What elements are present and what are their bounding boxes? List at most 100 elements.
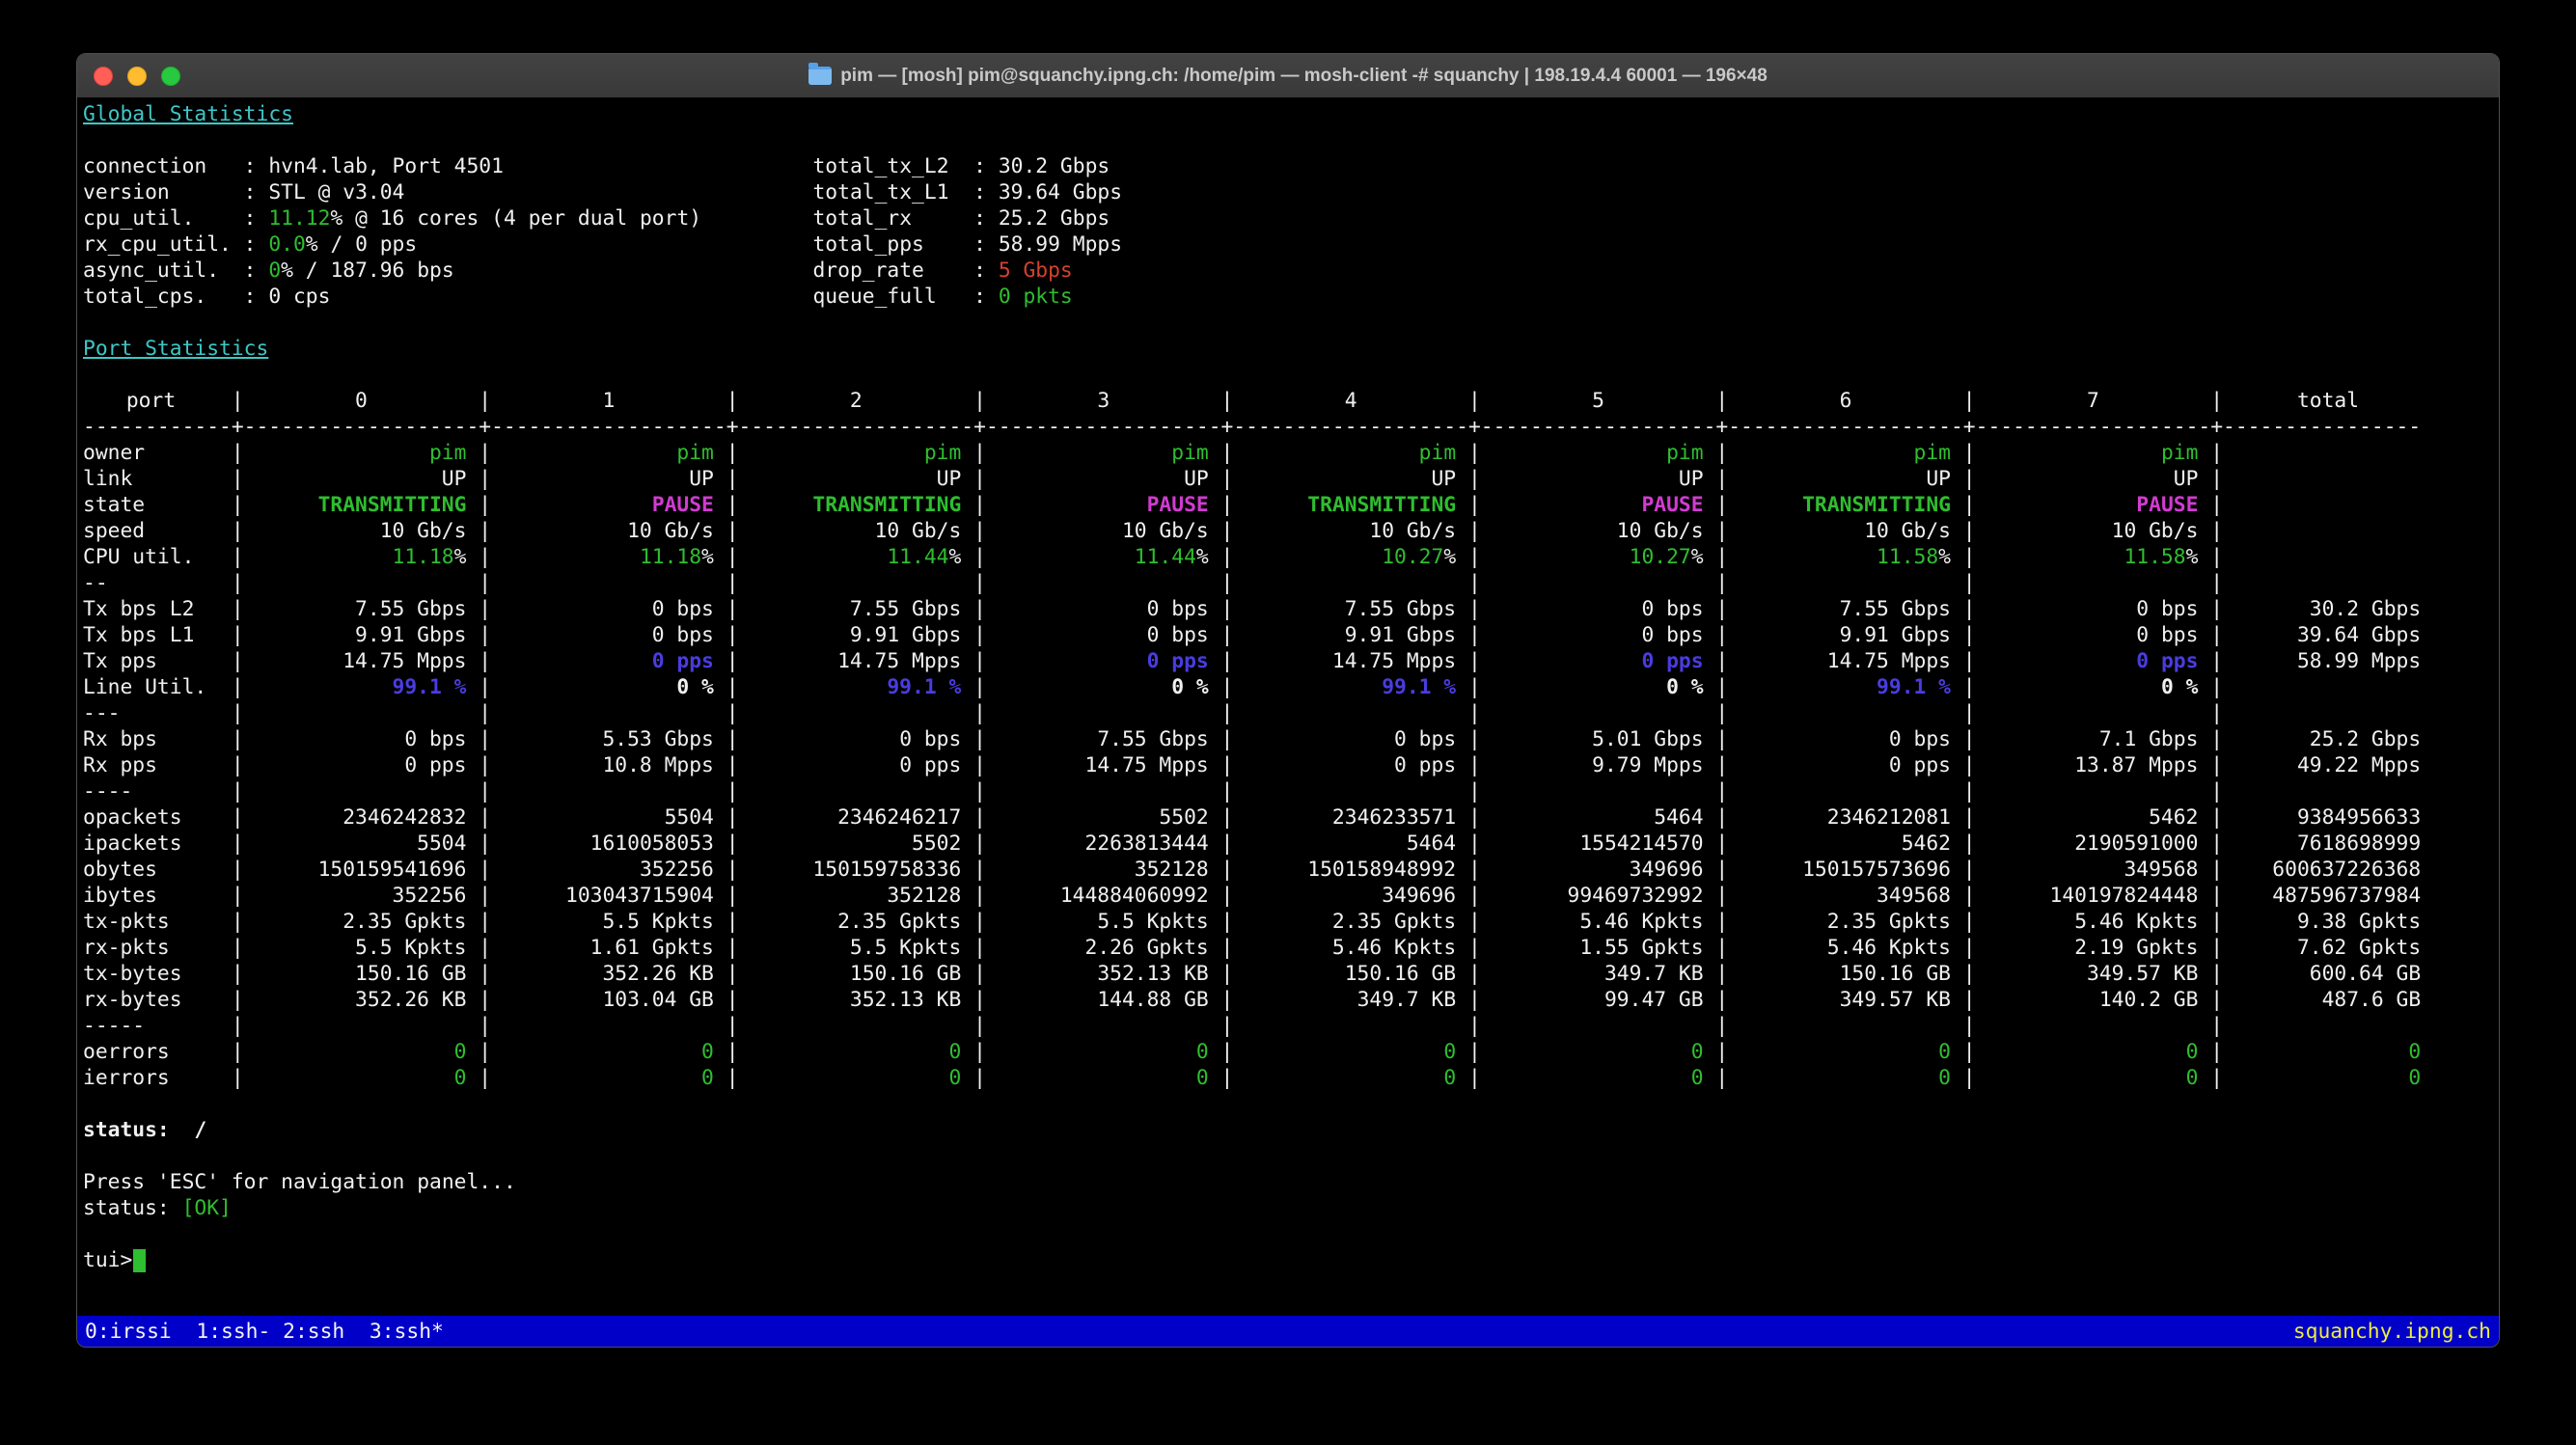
column-separator: | xyxy=(714,909,751,935)
stat-label: total_pps xyxy=(812,232,973,258)
column-separator: | xyxy=(1209,674,1246,700)
table-cell: 0 pps xyxy=(1987,648,2198,674)
table-cell xyxy=(1494,700,1704,726)
table-cell: 6 xyxy=(1740,388,1951,414)
row-label: speed xyxy=(83,518,219,544)
table-cell xyxy=(1494,570,1704,596)
column-separator: | xyxy=(1704,857,1740,883)
column-separator: | xyxy=(2198,1039,2234,1065)
column-separator: | xyxy=(961,726,998,752)
column-separator: | xyxy=(1209,544,1246,570)
table-cell: 7.55 Gbps xyxy=(751,596,961,622)
column-separator: | xyxy=(961,883,998,909)
table-row: ibytes|352256|103043715904|352128|144884… xyxy=(83,883,2499,909)
column-separator: | xyxy=(219,778,256,804)
global-stat-entry: total_cps.: 0 cps xyxy=(83,284,812,310)
row-label: Line Util. xyxy=(83,674,219,700)
table-cell: 0 xyxy=(1246,1039,1456,1065)
table-cell xyxy=(1246,700,1456,726)
terminal-screen[interactable]: Global Statistics connection: hvn4.lab, … xyxy=(77,98,2499,1347)
port-statistics-table: port|0|1|2|3|4|5|6|7|total------------+-… xyxy=(83,388,2499,1091)
column-separator: | xyxy=(1209,831,1246,857)
column-separator: | xyxy=(466,466,503,492)
global-stat-entry: total_tx_L2: 30.2 Gbps xyxy=(812,153,1110,179)
table-cell: ----------------- xyxy=(1740,414,1951,440)
column-separator: | xyxy=(1704,648,1740,674)
table-cell: 2.35 Gpkts xyxy=(256,909,466,935)
table-row: -----||||||||| xyxy=(83,1013,2499,1039)
column-separator: | xyxy=(1209,518,1246,544)
column-separator: | xyxy=(714,440,751,466)
column-separator: | xyxy=(714,961,751,987)
column-separator: | xyxy=(2198,492,2234,518)
port-statistics-heading: Port Statistics xyxy=(83,336,2499,362)
column-separator: | xyxy=(1704,831,1740,857)
table-cell: 11.58% xyxy=(1987,544,2198,570)
table-cell: 5.46 Kpkts xyxy=(1494,909,1704,935)
table-row: ----||||||||| xyxy=(83,778,2499,804)
column-separator: | xyxy=(1951,726,1987,752)
global-statistics-heading: Global Statistics xyxy=(83,101,2499,127)
global-stat-entry: version: STL @ v3.04 xyxy=(83,179,812,205)
table-cell: PAUSE xyxy=(504,492,714,518)
column-separator: | xyxy=(466,570,503,596)
column-separator: | xyxy=(1456,440,1493,466)
column-separator: | xyxy=(1951,440,1987,466)
table-cell: 7.55 Gbps xyxy=(256,596,466,622)
row-label: ----- xyxy=(83,1013,219,1039)
title-bar: pim — [mosh] pim@squanchy.ipng.ch: /home… xyxy=(77,54,2499,98)
column-separator: | xyxy=(2198,466,2234,492)
table-cell: 9.91 Gbps xyxy=(1246,622,1456,648)
table-cell: UP xyxy=(1987,466,2198,492)
table-cell-total xyxy=(2235,674,2421,700)
table-cell: 5.46 Kpkts xyxy=(1246,935,1456,961)
column-separator: | xyxy=(1209,1039,1246,1065)
column-separator: | xyxy=(714,726,751,752)
column-separator: | xyxy=(1456,935,1493,961)
column-separator: | xyxy=(1951,570,1987,596)
column-separator: | xyxy=(1951,909,1987,935)
table-cell: pim xyxy=(1494,440,1704,466)
table-cell: 0 xyxy=(1740,1039,1951,1065)
stat-label: total_tx_L2 xyxy=(812,153,973,179)
table-cell: 9.79 Mpps xyxy=(1494,752,1704,778)
table-cell xyxy=(256,570,466,596)
column-separator: | xyxy=(1456,804,1493,831)
table-cell: 0 % xyxy=(1494,674,1704,700)
table-cell: 11.18% xyxy=(504,544,714,570)
table-cell: 0 bps xyxy=(1987,596,2198,622)
table-cell: 349.57 KB xyxy=(1740,987,1951,1013)
table-cell: 352.13 KB xyxy=(999,961,1209,987)
table-row: tx-bytes|150.16 GB|352.26 KB|150.16 GB|3… xyxy=(83,961,2499,987)
table-cell: 11.18% xyxy=(256,544,466,570)
stat-label: queue_full xyxy=(812,284,973,310)
row-label: link xyxy=(83,466,219,492)
column-separator: | xyxy=(1704,909,1740,935)
column-separator: | xyxy=(2198,752,2234,778)
column-separator: | xyxy=(1456,466,1493,492)
column-separator: | xyxy=(1209,752,1246,778)
column-separator: | xyxy=(2198,544,2234,570)
column-separator: | xyxy=(1209,622,1246,648)
table-cell-total: --------------- xyxy=(2235,414,2421,440)
column-separator: | xyxy=(1704,466,1740,492)
tui-prompt-line[interactable]: tui> xyxy=(83,1247,2499,1273)
table-cell: 2346242832 xyxy=(256,804,466,831)
table-cell: 150159541696 xyxy=(256,857,466,883)
column-separator: | xyxy=(1456,1065,1493,1091)
column-separator: | xyxy=(714,883,751,909)
table-cell: PAUSE xyxy=(1987,492,2198,518)
column-separator: | xyxy=(1209,961,1246,987)
table-cell: 349568 xyxy=(1987,857,2198,883)
global-stat-line: version: STL @ v3.04total_tx_L1: 39.64 G… xyxy=(83,179,2499,205)
column-separator: | xyxy=(2198,726,2234,752)
table-cell: 0 xyxy=(256,1039,466,1065)
column-separator: | xyxy=(1704,622,1740,648)
column-separator: | xyxy=(714,700,751,726)
table-cell: 0 bps xyxy=(504,622,714,648)
table-row: ipackets|5504|1610058053|5502|2263813444… xyxy=(83,831,2499,857)
column-separator: | xyxy=(961,622,998,648)
table-cell: 150.16 GB xyxy=(1246,961,1456,987)
column-separator: | xyxy=(1951,596,1987,622)
table-cell: ----------------- xyxy=(504,414,714,440)
